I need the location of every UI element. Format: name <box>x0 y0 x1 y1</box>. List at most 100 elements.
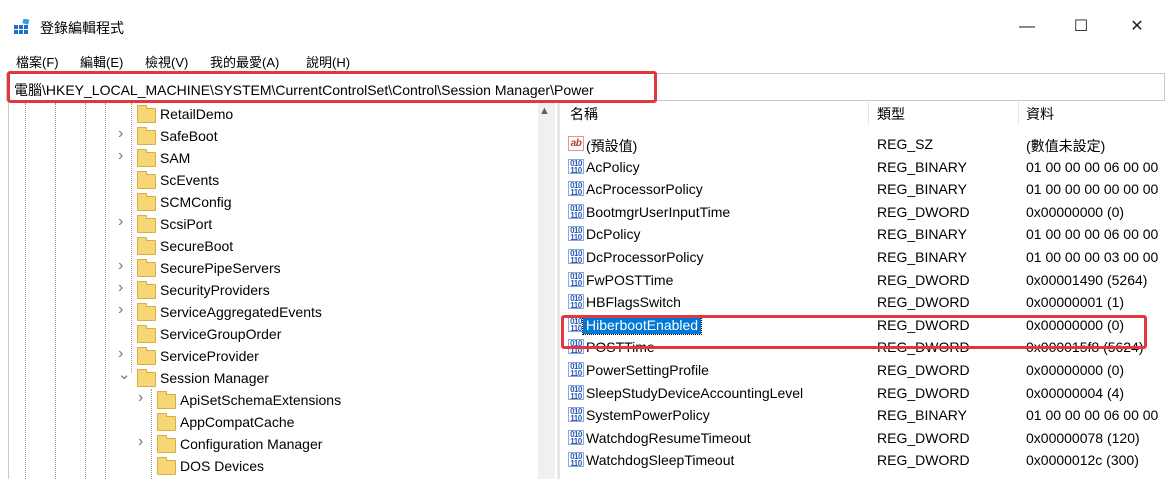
chevron-right-icon[interactable]: › <box>138 389 143 407</box>
tree-item-label: SCMConfig <box>160 194 232 210</box>
value-type: REG_DWORD <box>877 429 970 446</box>
close-button[interactable]: ✕ <box>1114 10 1160 44</box>
menu-file[interactable]: 檔案(F) <box>16 52 59 71</box>
value-data: 0x0000012c (300) <box>1026 452 1139 469</box>
tree-scrollbar[interactable] <box>538 103 555 479</box>
folder-icon <box>157 413 176 431</box>
chevron-right-icon[interactable]: › <box>118 279 123 297</box>
value-row[interactable]: 010 110 SystemPowerPolicy REG_BINARY 01 00 0… <box>565 404 1170 427</box>
column-header-data[interactable]: 資料 <box>1026 104 1054 124</box>
tree-item[interactable]: › ApiSetSchemaExtensions <box>9 389 539 411</box>
tree-item[interactable]: DOS Devices <box>9 455 539 477</box>
tree-item[interactable]: › ServiceAggregatedEvents <box>9 301 539 323</box>
tree-item[interactable]: SecureBoot <box>9 235 539 257</box>
binary-value-icon: 010 110 <box>568 407 584 423</box>
value-row[interactable]: 010 110 AcProcessorPolicy REG_BINARY 01 00 0… <box>565 178 1170 201</box>
tree-item[interactable]: › SecurityProviders <box>9 279 539 301</box>
binary-value-icon: 010 110 <box>568 203 584 219</box>
chevron-right-icon[interactable]: › <box>118 213 123 231</box>
binary-value-icon: 010 110 <box>568 429 584 445</box>
folder-icon <box>137 259 156 277</box>
chevron-right-icon[interactable]: › <box>118 301 123 319</box>
value-data: 0x00001490 (5264) <box>1026 271 1148 288</box>
binary-value-icon: 010 110 <box>568 384 584 400</box>
value-name: AcProcessorPolicy <box>586 181 703 198</box>
tree-item-label: DOS Devices <box>180 458 265 474</box>
value-name: PowerSettingProfile <box>586 362 709 378</box>
column-header-name[interactable]: 名稱 <box>570 104 598 124</box>
maximize-button[interactable]: ☐ <box>1058 10 1104 44</box>
value-row[interactable]: ab (預設值) REG_SZ (數值未設定) <box>565 133 1170 156</box>
binary-value-icon: 010 110 <box>568 271 584 287</box>
key-tree-pane: RetailDemo › SafeBoot › SAM ScEvents SCMConfig… <box>8 103 551 479</box>
value-row[interactable]: 010 110 WatchdogSleepTimeout REG_DWORD 0x000… <box>565 449 1170 472</box>
column-separator[interactable] <box>1018 102 1019 124</box>
folder-icon <box>137 127 156 145</box>
tree-item[interactable]: ScEvents <box>9 169 539 191</box>
value-name: (預設值) <box>586 138 638 154</box>
column-separator[interactable] <box>868 102 869 124</box>
tree-item[interactable]: AppCompatCache <box>9 411 539 433</box>
tree-item[interactable]: › SecurePipeServers <box>9 257 539 279</box>
value-name: SleepStudyDeviceAccountingLevel <box>586 384 804 401</box>
tree-item[interactable]: ServiceGroupOrder <box>9 323 539 345</box>
chevron-right-icon[interactable]: › <box>138 433 143 451</box>
value-data: (數值未設定) <box>1026 138 1106 154</box>
value-type: REG_BINARY <box>877 407 967 424</box>
value-row[interactable]: 010 110 DcProcessorPolicy REG_BINARY 01 00 0… <box>565 246 1170 269</box>
column-header-type[interactable]: 類型 <box>877 104 905 124</box>
tree-item-label: ScEvents <box>160 172 220 188</box>
tree-item[interactable]: › SAM <box>9 147 539 169</box>
menu-favorites[interactable]: 我的最愛(A) <box>210 52 279 71</box>
value-type: REG_DWORD <box>877 203 970 220</box>
selected-value-highlight-box <box>561 315 1147 349</box>
tree-item[interactable]: › Configuration Manager <box>9 433 539 455</box>
value-row[interactable]: 010 110 SleepStudyDeviceAccountingLevel REG… <box>565 382 1170 405</box>
tree-item[interactable]: › ScsiPort <box>9 213 539 235</box>
tree-item[interactable]: RetailDemo <box>9 103 539 125</box>
tree-item[interactable]: › SafeBoot <box>9 125 539 147</box>
value-row[interactable]: 010 110 DcPolicy REG_BINARY 01 00 00 00 06 0… <box>565 223 1170 246</box>
binary-value-icon: 010 110 <box>568 158 584 174</box>
chevron-right-icon[interactable]: › <box>118 147 123 165</box>
value-name: HBFlagsSwitch <box>586 294 681 311</box>
value-row[interactable]: 010 110 HBFlagsSwitch REG_DWORD 0x00000001 (… <box>565 291 1170 314</box>
folder-icon <box>137 369 156 387</box>
chevron-right-icon[interactable]: › <box>118 125 123 143</box>
value-type: REG_BINARY <box>877 158 967 175</box>
tree-item-label: Session Manager <box>160 370 269 386</box>
tree-item[interactable]: › ServiceProvider <box>9 345 539 367</box>
tree-item-label: RetailDemo <box>160 106 234 122</box>
value-row[interactable]: 010 110 AcPolicy REG_BINARY 01 00 00 00 06 0… <box>565 156 1170 179</box>
value-name: FwPOSTTime <box>586 271 674 288</box>
value-row[interactable]: 010 110 BootmgrUserInputTime REG_DWORD 0x000… <box>565 201 1170 224</box>
value-data: 0x00000001 (1) <box>1026 294 1125 311</box>
value-type: REG_DWORD <box>877 384 970 401</box>
menu-view[interactable]: 檢視(V) <box>145 52 188 71</box>
minimize-button[interactable]: — <box>1004 10 1050 44</box>
scroll-up-icon[interactable]: ▲ <box>539 105 550 117</box>
chevron-right-icon[interactable]: › <box>118 345 123 363</box>
chevron-right-icon[interactable]: › <box>118 257 123 275</box>
folder-icon <box>137 149 156 167</box>
menu-help[interactable]: 說明(H) <box>306 52 350 71</box>
tree-item[interactable]: ⌄ Session Manager <box>9 365 539 389</box>
value-type: REG_DWORD <box>877 452 970 469</box>
folder-icon <box>157 435 176 453</box>
value-name: DcPolicy <box>586 226 641 243</box>
binary-value-icon: 010 110 <box>568 226 584 242</box>
value-type: REG_DWORD <box>877 362 970 378</box>
tree-item-label: SAM <box>160 150 191 166</box>
folder-icon <box>137 171 156 189</box>
value-row[interactable]: 010 110 WatchdogResumeTimeout REG_DWORD 0x00… <box>565 427 1170 450</box>
tree-item[interactable]: SCMConfig <box>9 191 539 213</box>
chevron-down-icon[interactable]: ⌄ <box>118 365 131 383</box>
address-highlight-box <box>7 71 657 103</box>
value-name: AcPolicy <box>586 158 640 175</box>
value-row[interactable]: 010 110 FwPOSTTime REG_DWORD 0x00001490 (526… <box>565 269 1170 292</box>
value-name: WatchdogResumeTimeout <box>586 429 751 446</box>
menu-edit[interactable]: 編輯(E) <box>80 52 123 71</box>
pane-splitter[interactable] <box>557 103 560 479</box>
value-row[interactable]: 010 110 PowerSettingProfile REG_DWORD 0x0000… <box>565 359 1170 382</box>
value-data: 01 00 00 00 06 00 00 <box>1026 407 1159 424</box>
